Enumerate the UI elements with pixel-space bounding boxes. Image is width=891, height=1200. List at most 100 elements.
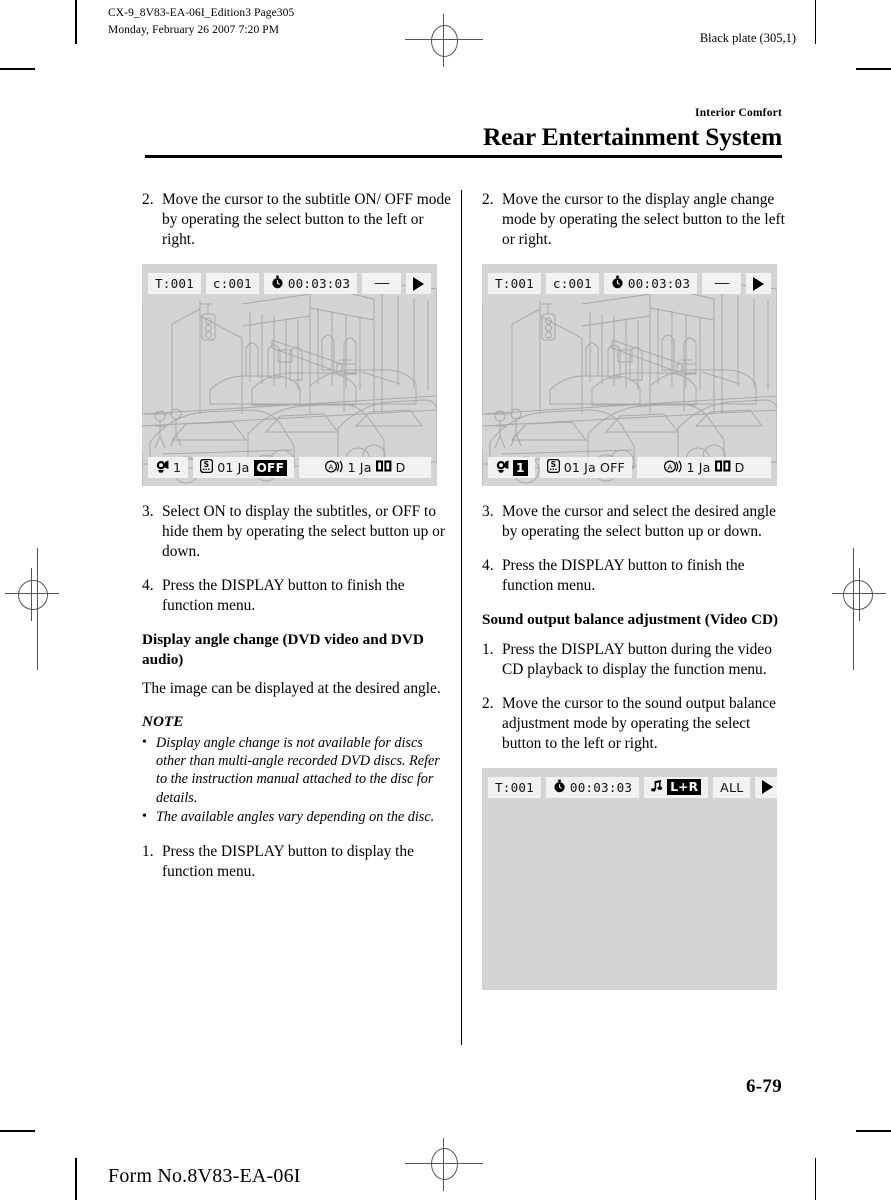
registration-mark-top xyxy=(431,25,458,57)
step-number: 1. xyxy=(482,640,494,658)
osd-bottom-bar: 1 S 01 Ja OFF A 1 Ja D xyxy=(148,457,431,479)
right-step-2b: 2. Move the cursor to the sound output b… xyxy=(482,694,791,754)
stopwatch-icon xyxy=(611,275,624,292)
page-head-line2: Monday, February 26 2007 7:20 PM xyxy=(108,23,280,36)
osd-repeat-indicator[interactable]: —— xyxy=(702,273,741,295)
left-subheading: Display angle change (DVD video and DVD … xyxy=(142,631,424,668)
title-rule xyxy=(145,155,782,158)
left-step-3: 3. Select ON to display the subtitles, o… xyxy=(142,502,451,562)
black-plate-label: Black plate (305,1) xyxy=(699,31,796,45)
osd-top-bar: T:001 c:001 00:03:03 —— xyxy=(148,273,431,295)
bullet-icon: • xyxy=(142,735,147,751)
left-step-2: 2. Move the cursor to the subtitle ON/ O… xyxy=(142,190,451,250)
step-text: Press the DISPLAY button to display the … xyxy=(162,842,414,880)
left-intro-paragraph: The image can be displayed at the desire… xyxy=(142,680,441,698)
right-step-2: 2. Move the cursor to the display angle … xyxy=(482,190,791,250)
step-number: 3. xyxy=(482,503,494,521)
osd-audio-format: D xyxy=(734,460,745,476)
osd-top-bar: T:001 00:03:03 L+R ALL xyxy=(488,776,777,798)
step-text: Press the DISPLAY button to finish the f… xyxy=(162,577,405,615)
step-text: Move the cursor to the subtitle ON/ OFF … xyxy=(162,191,451,249)
registration-mark-bottom xyxy=(431,1148,458,1180)
registration-cross-top-h xyxy=(405,39,483,40)
osd-balance-cell[interactable]: L+R xyxy=(644,776,709,798)
page-number: 6-79 xyxy=(745,1076,782,1097)
osd-repeat-mode[interactable]: ALL xyxy=(713,776,751,798)
crop-line-top-right xyxy=(856,68,891,70)
subtitle-icon: S xyxy=(546,458,560,476)
osd-chapter-number[interactable]: c:001 xyxy=(545,273,599,295)
videocd-screen-balance: T:001 00:03:03 L+R ALL xyxy=(482,767,777,990)
osd-audio-format: D xyxy=(395,460,406,476)
osd-angle-value[interactable]: 1 xyxy=(513,459,528,476)
step-text: Move the cursor to the display angle cha… xyxy=(502,191,785,249)
osd-time-text: 00:03:03 xyxy=(287,276,351,292)
osd-subtitle-language: Ja xyxy=(237,460,250,476)
osd-playback-state[interactable] xyxy=(755,776,777,798)
play-icon xyxy=(762,780,774,795)
registration-cross-right-v xyxy=(859,568,860,621)
step-text: Move the cursor to the sound output bala… xyxy=(502,694,776,752)
left-step-1b: 1. Press the DISPLAY button to display t… xyxy=(142,842,451,882)
osd-elapsed-time[interactable]: 00:03:03 xyxy=(545,776,640,798)
audio-icon: A xyxy=(324,460,344,476)
osd-title-number[interactable]: T:001 xyxy=(148,273,201,295)
step-text: Press the DISPLAY button during the vide… xyxy=(502,640,772,678)
osd-audio-language: Ja xyxy=(359,460,372,476)
osd-subtitle-state[interactable]: OFF xyxy=(253,459,288,476)
osd-playback-state[interactable] xyxy=(746,273,771,295)
note-text: The available angles vary depending on t… xyxy=(156,808,435,825)
note-item: • The available angles vary depending on… xyxy=(142,808,451,826)
osd-elapsed-time[interactable]: 00:03:03 xyxy=(603,273,698,295)
osd-title-number[interactable]: T:001 xyxy=(488,273,541,295)
step-number: 2. xyxy=(482,694,494,712)
step-number: 4. xyxy=(142,577,154,595)
osd-subtitle-cell[interactable]: S 01 Ja OFF xyxy=(539,457,632,479)
street-scene-illustration xyxy=(482,264,777,487)
osd-playback-state[interactable] xyxy=(406,273,431,295)
camera-angle-icon xyxy=(155,459,169,476)
section-kicker: Interior Comfort xyxy=(695,107,782,119)
step-text: Select ON to display the subtitles, or O… xyxy=(162,503,445,561)
svg-text:A: A xyxy=(667,462,672,471)
music-note-icon xyxy=(651,779,663,795)
osd-audio-cell[interactable]: A 1 Ja D xyxy=(636,457,771,479)
camera-angle-icon xyxy=(495,459,509,476)
crop-line-right-vert-bottom xyxy=(814,1158,816,1200)
osd-audio-cell[interactable]: A 1 Ja D xyxy=(299,457,431,479)
crop-line-right-vert xyxy=(814,0,816,44)
osd-subtitle-number: 01 xyxy=(563,460,581,476)
step-number: 2. xyxy=(482,191,494,208)
step-text: Press the DISPLAY button to finish the f… xyxy=(502,557,745,595)
osd-angle-cell[interactable]: 1 xyxy=(148,457,189,479)
stopwatch-icon xyxy=(271,275,284,292)
osd-elapsed-time[interactable]: 00:03:03 xyxy=(263,273,358,295)
osd-balance-value[interactable]: L+R xyxy=(667,779,702,796)
bullet-icon: • xyxy=(142,808,147,824)
right-column: 2. Move the cursor to the display angle … xyxy=(482,190,791,1006)
play-icon xyxy=(413,276,424,291)
osd-chapter-number[interactable]: c:001 xyxy=(205,273,259,295)
registration-cross-left-v xyxy=(31,568,32,621)
svg-text:A: A xyxy=(328,462,333,471)
crop-line-bottom-right xyxy=(856,1130,891,1132)
osd-subtitle-cell[interactable]: S 01 Ja OFF xyxy=(193,457,295,479)
stopwatch-icon xyxy=(553,779,566,796)
note-text: Display angle change is not available fo… xyxy=(156,735,440,806)
right-step-3: 3. Move the cursor and select the desire… xyxy=(482,502,791,542)
osd-title-number[interactable]: T:001 xyxy=(488,776,541,798)
osd-subtitle-state[interactable]: OFF xyxy=(600,460,625,475)
note-item: • Display angle change is not available … xyxy=(142,734,451,807)
osd-repeat-indicator[interactable]: —— xyxy=(362,273,401,295)
osd-subtitle-number: 01 xyxy=(217,460,234,476)
osd-top-bar: T:001 c:001 00:03:03 —— xyxy=(488,273,771,295)
osd-time-text: 00:03:03 xyxy=(627,276,691,292)
registration-cross-bottom-h xyxy=(405,1163,483,1164)
registration-mark-left xyxy=(18,580,48,610)
form-number: Form No.8V83-EA-06I xyxy=(108,1165,301,1187)
left-column: 2. Move the cursor to the subtitle ON/ O… xyxy=(142,190,451,896)
osd-subtitle-language: Ja xyxy=(584,460,596,476)
page-title: Rear Entertainment System xyxy=(482,122,782,151)
dvd-screen-angle: T:001 c:001 00:03:03 —— 1 S 01 Ja OFF A … xyxy=(482,264,777,487)
osd-angle-cell[interactable]: 1 xyxy=(488,457,535,479)
